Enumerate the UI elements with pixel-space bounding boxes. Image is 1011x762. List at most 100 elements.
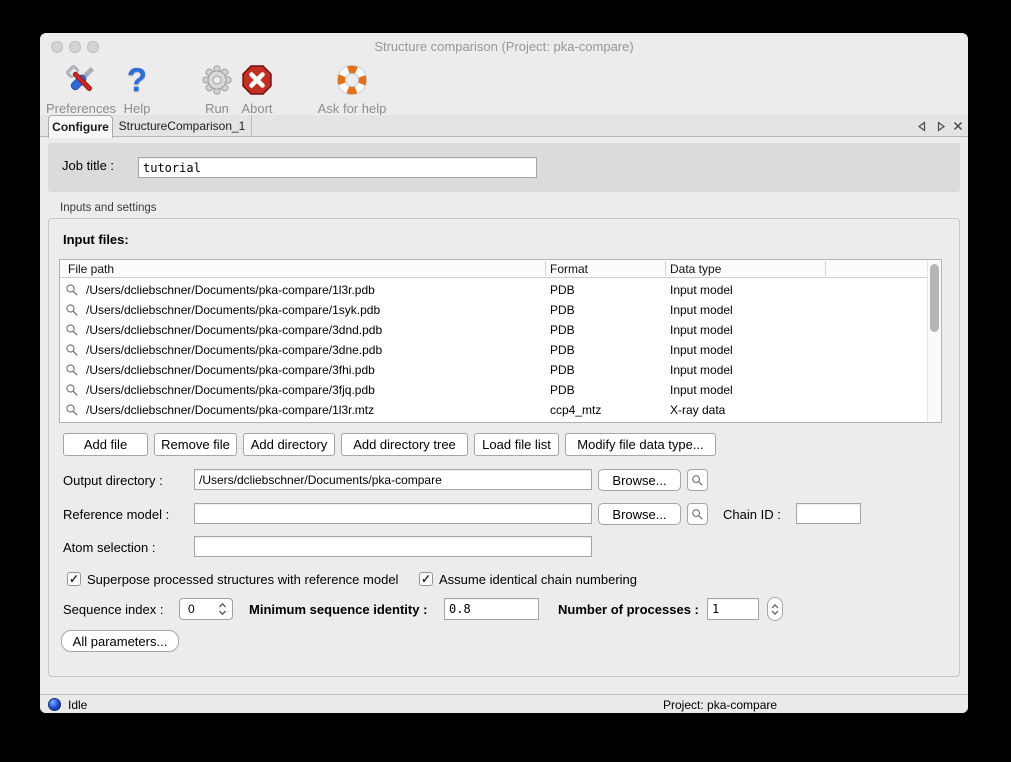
magnifier-icon xyxy=(65,323,79,340)
input-files-table: File path Format Data type /Users/dclieb… xyxy=(59,259,942,423)
table-row[interactable]: /Users/dcliebschner/Documents/pka-compar… xyxy=(60,340,941,360)
output-directory-row: Output directory : Browse... xyxy=(49,469,959,491)
status-text: Idle xyxy=(68,698,87,712)
title-bar: Structure comparison (Project: pka-compa… xyxy=(40,33,968,59)
assume-chain-numbering-checkbox[interactable]: ✓ Assume identical chain numbering xyxy=(419,571,637,587)
cell-file-path: /Users/dcliebschner/Documents/pka-compar… xyxy=(86,383,375,397)
atom-selection-input[interactable] xyxy=(194,536,592,557)
cell-format: PDB xyxy=(550,343,575,357)
reference-model-row: Reference model : Browse... Chain ID : xyxy=(49,503,959,525)
table-row[interactable]: /Users/dcliebschner/Documents/pka-compar… xyxy=(60,280,941,300)
magnifier-icon xyxy=(65,403,79,420)
table-row[interactable]: /Users/dcliebschner/Documents/pka-compar… xyxy=(60,380,941,400)
column-divider xyxy=(665,261,666,276)
job-title-input[interactable] xyxy=(138,157,537,178)
close-icon xyxy=(953,121,963,131)
status-bar: Idle Project: pka-compare xyxy=(40,694,968,713)
table-row[interactable]: /Users/dcliebschner/Documents/pka-compar… xyxy=(60,320,941,340)
cell-format: PDB xyxy=(550,383,575,397)
cell-file-path: /Users/dcliebschner/Documents/pka-compar… xyxy=(86,363,375,377)
load-file-list-button[interactable]: Load file list xyxy=(474,433,559,456)
help-button[interactable]: ? Help xyxy=(117,60,157,116)
cell-data-type: Input model xyxy=(670,323,733,337)
browse-output-directory-button[interactable]: Browse... xyxy=(598,469,681,491)
checkbox-check-icon: ✓ xyxy=(67,572,81,586)
cell-format: ccp4_mtz xyxy=(550,403,601,417)
min-sequence-identity-label: Minimum sequence identity : xyxy=(249,602,427,617)
cell-data-type: Input model xyxy=(670,343,733,357)
chain-id-input[interactable] xyxy=(796,503,861,524)
search-output-directory-button[interactable] xyxy=(687,469,708,491)
triangle-right-icon xyxy=(937,121,946,132)
preferences-button[interactable]: Preferences xyxy=(41,60,121,116)
ask-for-help-button[interactable]: Ask for help xyxy=(312,60,392,116)
inputs-settings-group-label: Inputs and settings xyxy=(60,202,157,214)
tab-label: Configure xyxy=(52,120,109,134)
input-files-heading: Input files: xyxy=(63,232,129,247)
add-file-button[interactable]: Add file xyxy=(63,433,148,456)
table-scrollbar[interactable] xyxy=(927,260,941,422)
cell-data-type: X-ray data xyxy=(670,403,725,417)
column-header-file-path: File path xyxy=(68,262,114,276)
tab-scroll-right-button[interactable] xyxy=(934,119,948,133)
reference-model-input[interactable] xyxy=(194,503,592,524)
chevron-up-icon xyxy=(771,604,779,609)
abort-button[interactable]: Abort xyxy=(232,60,282,116)
toolbar-label: Run xyxy=(197,101,237,116)
tab-structurecomparison-1[interactable]: StructureComparison_1 xyxy=(113,115,252,137)
magnifier-icon xyxy=(691,508,704,521)
cell-format: PDB xyxy=(550,303,575,317)
sequence-index-combobox[interactable]: 0 xyxy=(179,598,233,620)
magnifier-icon xyxy=(65,363,79,380)
checkbox-row: ✓ Superpose processed structures with re… xyxy=(49,571,959,593)
magnifier-icon xyxy=(691,474,704,487)
remove-file-button[interactable]: Remove file xyxy=(154,433,237,456)
tab-close-button[interactable] xyxy=(951,119,965,133)
checkbox-check-icon: ✓ xyxy=(419,572,433,586)
table-row[interactable]: /Users/dcliebschner/Documents/pka-compar… xyxy=(60,400,941,420)
min-sequence-identity-input[interactable] xyxy=(444,598,539,620)
superpose-checkbox-label: Superpose processed structures with refe… xyxy=(87,572,398,587)
browse-reference-model-button[interactable]: Browse... xyxy=(598,503,681,525)
table-row[interactable]: /Users/dcliebschner/Documents/pka-compar… xyxy=(60,360,941,380)
add-directory-button[interactable]: Add directory xyxy=(243,433,335,456)
cell-format: PDB xyxy=(550,323,575,337)
cell-data-type: Input model xyxy=(670,303,733,317)
table-row[interactable]: /Users/dcliebschner/Documents/pka-compar… xyxy=(60,300,941,320)
number-of-processes-stepper[interactable] xyxy=(767,597,783,621)
assume-chain-numbering-checkbox-label: Assume identical chain numbering xyxy=(439,572,637,587)
run-button[interactable]: Run xyxy=(197,60,237,116)
sequence-index-value: 0 xyxy=(180,602,218,616)
toolbar-label: Abort xyxy=(232,101,282,116)
modify-file-data-type-button[interactable]: Modify file data type... xyxy=(565,433,716,456)
column-header-data-type: Data type xyxy=(670,262,721,276)
all-parameters-button[interactable]: All parameters... xyxy=(61,630,179,652)
column-divider xyxy=(825,261,826,276)
search-reference-model-button[interactable] xyxy=(687,503,708,525)
magnifier-icon xyxy=(65,383,79,400)
toolbar-label: Ask for help xyxy=(312,101,392,116)
magnifier-icon xyxy=(65,343,79,360)
triangle-left-icon xyxy=(917,121,926,132)
column-divider xyxy=(545,261,546,276)
tools-icon xyxy=(41,60,121,100)
scrollbar-thumb[interactable] xyxy=(930,264,939,332)
app-window: Structure comparison (Project: pka-compa… xyxy=(40,33,968,713)
chain-id-label: Chain ID : xyxy=(723,507,781,522)
magnifier-icon xyxy=(65,283,79,300)
tab-scroll-left-button[interactable] xyxy=(914,119,928,133)
question-icon: ? xyxy=(117,60,157,100)
job-title-label: Job title : xyxy=(62,158,114,173)
number-of-processes-input[interactable] xyxy=(707,598,759,620)
toolbar-label: Help xyxy=(117,101,157,116)
tab-configure[interactable]: Configure xyxy=(48,115,113,138)
cell-data-type: Input model xyxy=(670,383,733,397)
cell-file-path: /Users/dcliebschner/Documents/pka-compar… xyxy=(86,323,382,337)
superpose-checkbox[interactable]: ✓ Superpose processed structures with re… xyxy=(67,571,398,587)
chevron-down-icon xyxy=(771,610,779,615)
output-directory-input[interactable] xyxy=(194,469,592,490)
add-directory-tree-button[interactable]: Add directory tree xyxy=(341,433,468,456)
lifebuoy-icon xyxy=(312,60,392,100)
tab-bar: Configure StructureComparison_1 xyxy=(40,115,968,137)
tab-label: StructureComparison_1 xyxy=(119,119,246,133)
